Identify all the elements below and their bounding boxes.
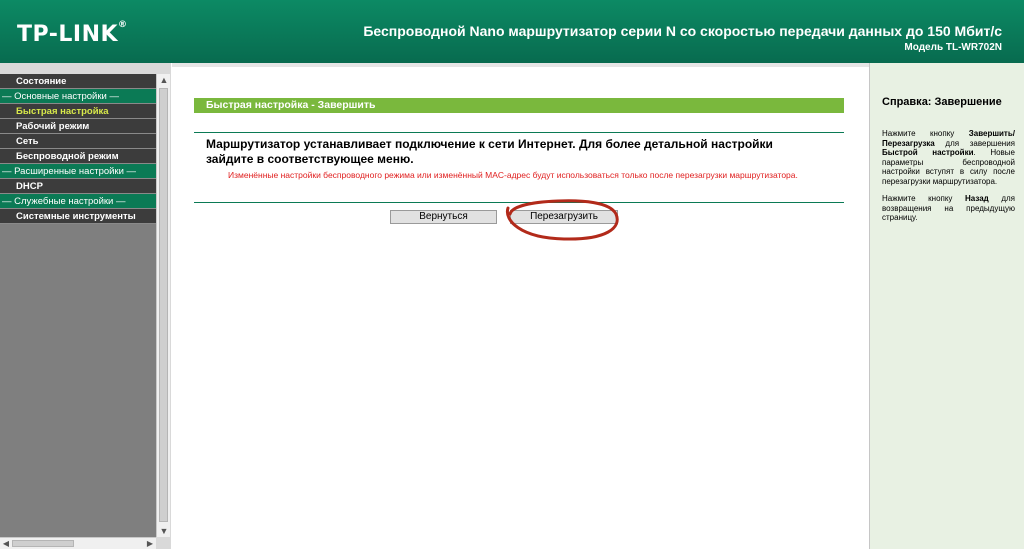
sidebar-item-network[interactable]: Сеть (0, 134, 156, 149)
horizontal-scroll-thumb[interactable] (12, 540, 74, 547)
sidebar-panel: Состояние — Основные настройки — Быстрая… (0, 74, 156, 537)
registered-mark-icon: ® (118, 20, 128, 30)
sidebar-item-operation-mode[interactable]: Рабочий режим (0, 119, 156, 134)
sidebar-section-service[interactable]: — Служебные настройки — (0, 194, 156, 209)
back-button[interactable]: Вернуться (390, 210, 497, 224)
divider-top (194, 132, 844, 133)
sidebar-menu: Состояние — Основные настройки — Быстрая… (0, 74, 156, 224)
help-panel: Справка: Завершение Нажмите кнопку Завер… (869, 63, 1024, 549)
divider-bottom (194, 202, 844, 203)
connection-message: Маршрутизатор устанавливает подключение … (206, 137, 773, 166)
help-bold-back: Назад (965, 194, 989, 203)
sidebar-section-basic[interactable]: — Основные настройки — (0, 89, 156, 104)
main-content: Быстрая настройка - Завершить Маршрутиза… (172, 63, 869, 549)
sidebar-section-advanced[interactable]: — Расширенные настройки — (0, 164, 156, 179)
device-title: Беспроводной Nano маршрутизатор серии N … (363, 23, 1002, 39)
sidebar-frame: Состояние — Основные настройки — Быстрая… (0, 63, 171, 549)
scroll-up-arrow-icon[interactable]: ▲ (159, 75, 169, 85)
help-text: для завершения (934, 138, 1015, 148)
reboot-warning: Изменённые настройки беспроводного режим… (228, 170, 798, 180)
help-text: Нажмите кнопку (882, 194, 966, 203)
sidebar-item-quick-setup[interactable]: Быстрая настройка (0, 104, 156, 119)
help-bold-quick-setup: Быстрой настройки (882, 148, 974, 157)
sidebar-item-wireless[interactable]: Беспроводной режим (0, 149, 156, 164)
logo-text: TP-LINK (17, 22, 119, 47)
reboot-button[interactable]: Перезагрузить (510, 210, 618, 224)
help-title: Справка: Завершение (882, 96, 1002, 108)
device-model: Модель TL-WR702N (904, 42, 1002, 53)
main-top-strip (172, 63, 869, 67)
help-paragraph-finish: Нажмите кнопку Завершить/Перезагрузка дл… (882, 129, 1015, 186)
help-text: Нажмите кнопку (882, 129, 969, 138)
scroll-right-arrow-icon[interactable]: ▶ (145, 538, 155, 549)
page-title: Быстрая настройка - Завершить (194, 98, 844, 113)
help-paragraph-back: Нажмите кнопку Назад для возвращения на … (882, 194, 1015, 223)
tp-link-logo: TP-LINK® (17, 20, 128, 47)
sidebar-item-system-tools[interactable]: Системные инструменты (0, 209, 156, 224)
scroll-left-arrow-icon[interactable]: ◀ (1, 538, 11, 549)
sidebar-item-status[interactable]: Состояние (0, 74, 156, 89)
vertical-scroll-thumb[interactable] (159, 88, 168, 522)
sidebar-horizontal-scrollbar[interactable]: ◀ ▶ (0, 537, 156, 549)
sidebar-vertical-scrollbar[interactable]: ▲ ▼ (156, 74, 170, 537)
header-banner: TP-LINK® Беспроводной Nano маршрутизатор… (0, 0, 1024, 63)
scroll-down-arrow-icon[interactable]: ▼ (159, 526, 169, 536)
sidebar-item-dhcp[interactable]: DHCP (0, 179, 156, 194)
